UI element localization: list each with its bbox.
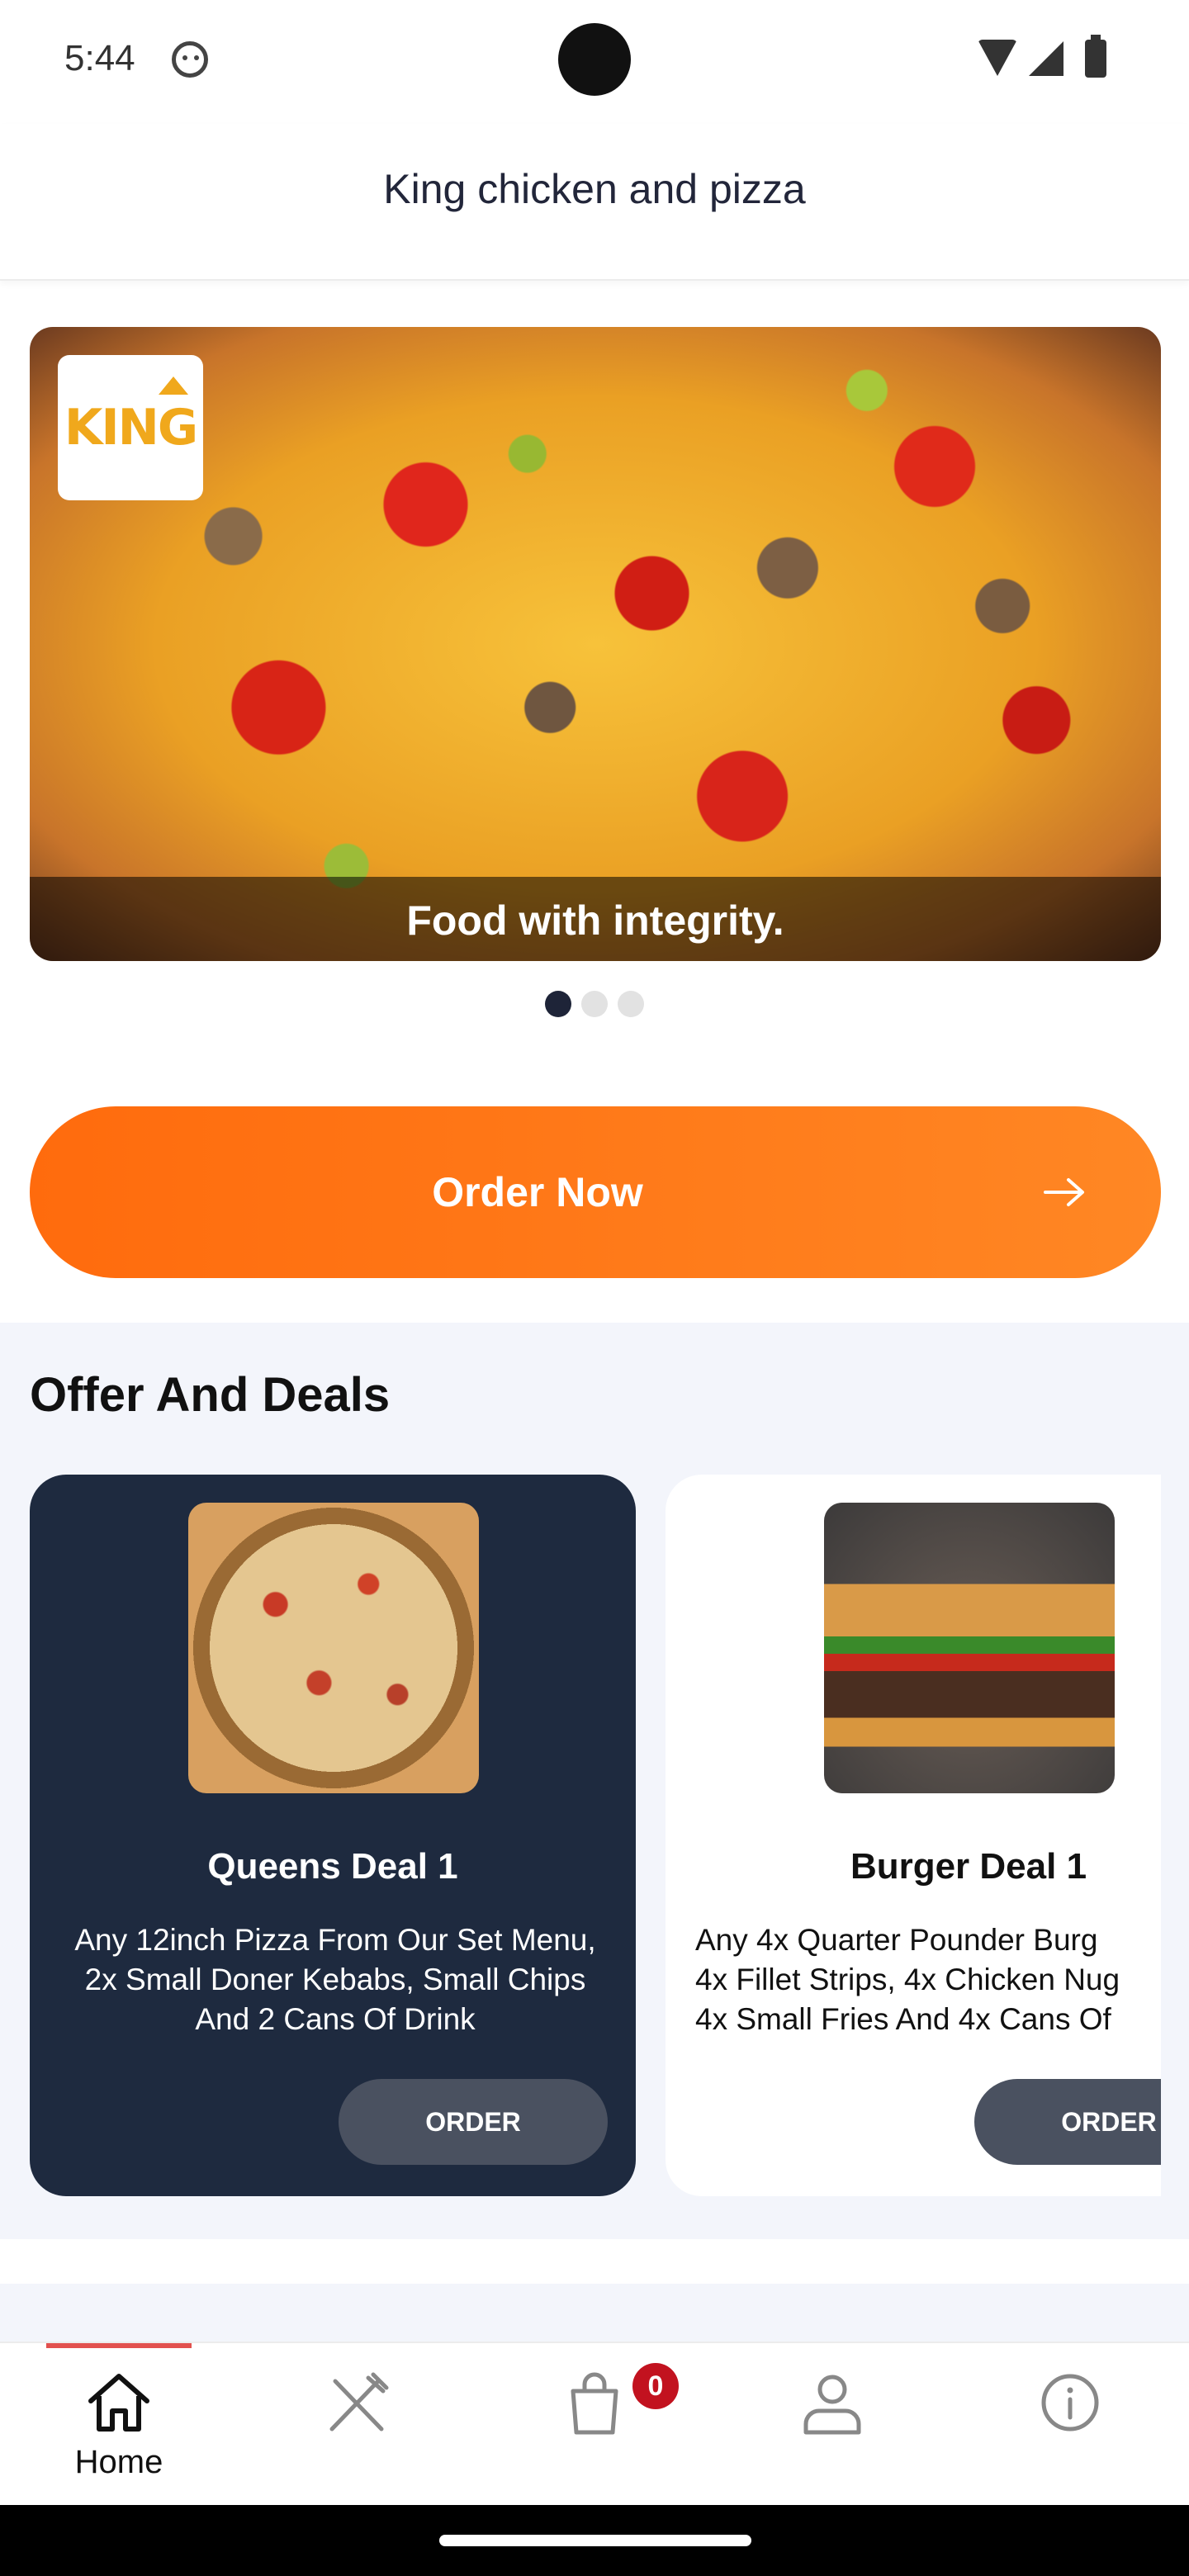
battery-icon — [1085, 35, 1106, 78]
deal-image-burger — [824, 1503, 1115, 1793]
home-gesture-pill[interactable] — [439, 2535, 751, 2546]
section-divider — [0, 2239, 1189, 2284]
fork-knife-icon — [329, 2372, 389, 2432]
brand-logo-text: KING — [64, 399, 198, 457]
deal-description-line: 4x Small Fries And 4x Cans Of — [695, 2002, 1111, 2036]
banner-carousel[interactable]: KING Food with integrity. — [30, 327, 1161, 961]
camera-cutout — [558, 23, 631, 96]
wifi-icon — [978, 40, 1017, 76]
deal-order-button[interactable]: ORDER — [339, 2079, 608, 2165]
banner-caption: Food with integrity. — [406, 897, 784, 944]
arrow-right-icon — [1044, 1178, 1084, 1206]
notification-icon — [172, 41, 208, 78]
crown-icon — [159, 376, 188, 395]
nav-item-info[interactable] — [951, 2342, 1189, 2505]
status-time: 5:44 — [64, 38, 135, 78]
deal-description-line: 4x Fillet Strips, 4x Chicken Nug — [695, 1963, 1120, 1996]
offers-title: Offer And Deals — [30, 1368, 391, 1422]
brand-logo: KING — [58, 355, 203, 500]
order-now-label: Order Now — [432, 1169, 643, 1215]
user-icon — [803, 2375, 861, 2435]
deal-name: Queens Deal 1 — [207, 1846, 458, 1887]
nav-item-menu[interactable] — [238, 2342, 476, 2505]
home-icon — [88, 2374, 149, 2432]
deal-image-pizza — [188, 1503, 479, 1793]
deal-description: Any 4x Quarter Pounder Burg 4x Fillet St… — [695, 1920, 1161, 2039]
signal-icon — [1029, 41, 1063, 76]
cart-badge: 0 — [632, 2363, 679, 2409]
page-title: King chicken and pizza — [383, 166, 806, 212]
info-icon — [1041, 2374, 1099, 2432]
carousel-dots — [545, 991, 647, 1017]
next-section-peek — [0, 2284, 1189, 2342]
carousel-dot-active[interactable] — [545, 991, 571, 1017]
nav-item-home[interactable]: Home — [0, 2342, 238, 2505]
nav-item-profile[interactable] — [713, 2342, 951, 2505]
carousel-dot[interactable] — [581, 991, 608, 1017]
carousel-dot[interactable] — [618, 991, 644, 1017]
nav-label-home: Home — [74, 2444, 163, 2480]
deal-card-burger[interactable]: Burger Deal 1 Any 4x Quarter Pounder Bur… — [666, 1475, 1161, 2196]
order-now-button[interactable]: Order Now — [30, 1106, 1161, 1278]
nav-item-cart[interactable]: 0 — [476, 2342, 713, 2505]
shopping-bag-icon — [571, 2372, 618, 2435]
deal-order-button[interactable]: ORDER — [974, 2079, 1161, 2165]
deal-description: Any 12inch Pizza From Our Set Menu, 2x S… — [74, 1923, 596, 2036]
deal-card-queens[interactable]: Queens Deal 1 Any 12inch Pizza From Our … — [30, 1475, 636, 2196]
deal-name: Burger Deal 1 — [850, 1846, 1087, 1887]
status-bar: 5:44 — [0, 0, 1189, 124]
deal-description-line: Any 4x Quarter Pounder Burg — [695, 1923, 1098, 1957]
